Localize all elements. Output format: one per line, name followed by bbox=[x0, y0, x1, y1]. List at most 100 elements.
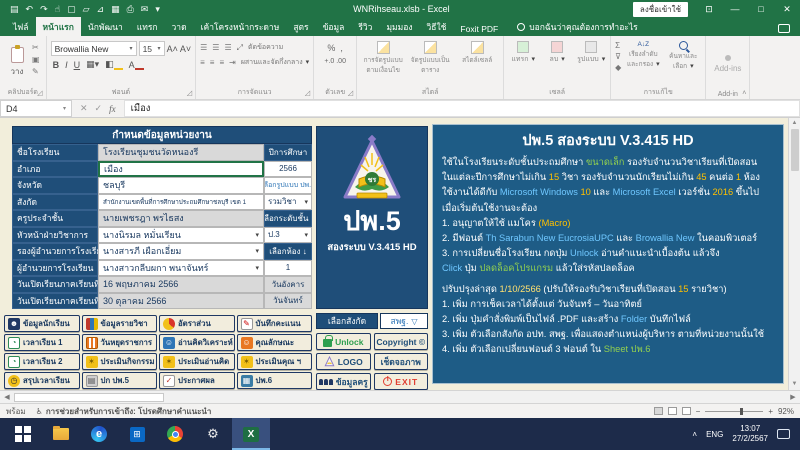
affiliation-cell[interactable]: สำนักงานเขตพื้นที่การศึกษาประถมศึกษาชลบุ… bbox=[98, 194, 264, 211]
holidays-button[interactable]: วันหยุดราชการ bbox=[82, 334, 158, 351]
tab-insert[interactable]: แทรก bbox=[130, 17, 165, 36]
align-top-icon[interactable]: ☰ bbox=[200, 43, 207, 52]
format-painter-icon[interactable]: ✎ bbox=[32, 67, 40, 76]
percent-style-icon[interactable]: % bbox=[327, 43, 335, 53]
cover-pp5-button[interactable]: ▤ปก ปพ.5 bbox=[82, 372, 158, 389]
format-cells-button[interactable]: รูปแบบ bbox=[576, 41, 606, 65]
chart-icon[interactable]: ⊿ bbox=[97, 0, 105, 18]
deputy-director-dropdown[interactable]: นางสารภี เผือกเอี่ยม bbox=[98, 243, 264, 260]
vertical-scrollbar[interactable]: ▲ ▼ bbox=[788, 118, 800, 390]
language-indicator[interactable]: ENG bbox=[706, 430, 723, 439]
sort-filter-button[interactable]: A↓Z เรียงลำดับและกรอง bbox=[625, 41, 661, 72]
record-scores-button[interactable]: ✎บันทึกคะแนน bbox=[237, 315, 313, 332]
director-dropdown[interactable]: นางสาวกลีบผกา พนาจันทร์ bbox=[98, 260, 264, 277]
tab-view[interactable]: มุมมอง bbox=[379, 17, 419, 36]
chrome-button[interactable] bbox=[156, 418, 194, 450]
bold-button[interactable]: B bbox=[53, 60, 60, 70]
format-as-table-button[interactable]: จัดรูปแบบเป็นตาราง bbox=[408, 41, 452, 75]
notification-center-icon[interactable] bbox=[777, 429, 790, 439]
subject-mode-dropdown[interactable]: รวมวิชา bbox=[264, 194, 312, 211]
close-button[interactable]: ✕ bbox=[774, 0, 800, 18]
sheet-scroll-left-icon[interactable]: ◀ bbox=[0, 393, 14, 401]
cancel-icon[interactable]: ✕ bbox=[80, 103, 88, 114]
indent-icon[interactable]: ⇥ bbox=[229, 58, 236, 67]
merge-center-button[interactable]: ผสานและจัดกึ่งกลาง bbox=[241, 57, 309, 68]
ratio-button[interactable]: อัตราส่วน bbox=[159, 315, 235, 332]
touch-mode-icon[interactable]: ☝ bbox=[55, 0, 60, 18]
name-box[interactable]: D4▾ bbox=[0, 100, 72, 117]
student-data-button[interactable]: ☻ข้อมูลนักเรียน bbox=[4, 315, 80, 332]
qat-dropdown-icon[interactable]: ▾ bbox=[155, 0, 160, 18]
italic-button[interactable]: I bbox=[65, 60, 68, 70]
fill-color-icon[interactable]: ◧ bbox=[105, 59, 123, 70]
zoom-slider-thumb[interactable] bbox=[740, 408, 743, 415]
edge-button[interactable]: e bbox=[80, 418, 118, 450]
collapse-ribbon-icon[interactable]: ˄ bbox=[742, 90, 746, 97]
scroll-down-icon[interactable]: ▼ bbox=[792, 379, 798, 390]
align-middle-icon[interactable]: ☰ bbox=[212, 43, 219, 52]
tab-formulas[interactable]: สูตร bbox=[286, 17, 315, 36]
redo-icon[interactable]: ↷ bbox=[40, 0, 48, 18]
tell-me-box[interactable]: บอกฉันว่าคุณต้องการทำอะไร bbox=[517, 20, 638, 36]
select-room-button[interactable]: เลือกห้อง ↓ bbox=[264, 243, 312, 260]
logo-button[interactable]: LOGO bbox=[316, 353, 371, 370]
academic-head-dropdown[interactable]: นางนิรมล หมั่นเรียน bbox=[98, 227, 264, 244]
find-select-button[interactable]: ค้นหาและเลือก bbox=[665, 41, 701, 72]
page-break-view-icon[interactable] bbox=[682, 407, 691, 415]
zoom-slider[interactable] bbox=[705, 411, 763, 412]
formula-input[interactable]: เมือง bbox=[124, 100, 800, 117]
select-pp-format-button[interactable]: เลือกรูปแบบ ปพ.↓ bbox=[264, 177, 312, 194]
number-dialog-launcher-icon[interactable]: ◿ bbox=[348, 89, 353, 97]
reading-analysis-button[interactable]: ☺อ่านคิดวิเคราะห์ bbox=[159, 334, 235, 351]
province-cell[interactable]: ชลบุรี bbox=[98, 177, 264, 194]
term2-open-date-cell[interactable]: 30 ตุลาคม 2566 bbox=[98, 293, 264, 310]
font-dialog-launcher-icon[interactable]: ◿ bbox=[187, 89, 192, 97]
new-file-icon[interactable]: ▢ bbox=[67, 0, 76, 18]
hidden-icons-chevron[interactable]: ˄ bbox=[692, 430, 697, 439]
print-icon[interactable]: ⎙ bbox=[127, 0, 134, 18]
sheet-tab-area[interactable] bbox=[14, 393, 164, 402]
ribbon-display-options-icon[interactable]: ⊡ bbox=[696, 0, 722, 18]
align-right-icon[interactable]: ≡ bbox=[219, 58, 224, 67]
shrink-font-icon[interactable]: A˅ bbox=[180, 44, 191, 54]
wipe-screen-button[interactable]: เช็ดจอภาพ bbox=[374, 353, 429, 370]
taskbar-clock[interactable]: 13:07 27/2/2567 bbox=[732, 424, 768, 444]
copyright-button[interactable]: Copyright © bbox=[374, 333, 429, 350]
align-center-icon[interactable]: ≡ bbox=[210, 58, 215, 67]
class-time-1-button[interactable]: ◔เวลาเรียน 1 bbox=[4, 334, 80, 351]
teacher-data-button[interactable]: ข้อมูลครู bbox=[316, 373, 371, 390]
tab-help[interactable]: วิธีใช้ bbox=[420, 17, 454, 36]
zoom-in-icon[interactable]: + bbox=[768, 407, 773, 416]
minimize-button[interactable]: — bbox=[722, 0, 748, 18]
fill-icon[interactable]: ⊽ bbox=[615, 52, 621, 61]
settings-button[interactable]: ⚙ bbox=[194, 418, 232, 450]
font-size-select[interactable]: 15▾ bbox=[139, 41, 165, 56]
zoom-out-icon[interactable]: − bbox=[696, 407, 701, 416]
clipboard-dialog-launcher-icon[interactable]: ◿ bbox=[37, 89, 42, 97]
tab-home[interactable]: หน้าแรก bbox=[36, 17, 81, 36]
grow-font-icon[interactable]: A˄ bbox=[167, 44, 178, 54]
orientation-icon[interactable]: ⤢ bbox=[237, 43, 243, 53]
announce-results-button[interactable]: ✓ประกาศผล bbox=[159, 372, 235, 389]
tab-file[interactable]: ไฟล์ bbox=[6, 17, 36, 36]
borders-icon[interactable]: ▦▾ bbox=[86, 59, 99, 70]
open-file-icon[interactable]: ▱ bbox=[83, 0, 90, 18]
file-explorer-button[interactable] bbox=[42, 418, 80, 450]
cell-styles-button[interactable]: สไตล์เซลล์ bbox=[455, 41, 499, 75]
sign-in-button[interactable]: ลงชื่อเข้าใช้ bbox=[633, 2, 688, 17]
conditional-formatting-button[interactable]: การจัดรูปแบบตามเงื่อนไข bbox=[361, 41, 405, 75]
copy-icon[interactable]: ▣ bbox=[32, 55, 40, 64]
mail-icon[interactable]: ✉ bbox=[141, 0, 149, 18]
school-name-cell[interactable]: โรงเรียนชุมชนวัดหนองรี bbox=[98, 144, 264, 161]
calculator-icon[interactable]: ▦ bbox=[111, 0, 120, 18]
grade-dropdown[interactable]: ป.3 bbox=[264, 227, 312, 244]
alignment-dialog-launcher-icon[interactable]: ◿ bbox=[305, 89, 310, 97]
align-left-icon[interactable]: ≡ bbox=[200, 58, 205, 67]
start-button[interactable] bbox=[4, 418, 42, 450]
tab-developer[interactable]: นักพัฒนา bbox=[81, 17, 130, 36]
comma-style-icon[interactable]: , bbox=[340, 43, 343, 53]
insert-function-icon[interactable]: fx bbox=[109, 104, 116, 114]
exit-button[interactable]: EXIT bbox=[374, 373, 429, 390]
decimal-icons[interactable]: +.0 .00 bbox=[324, 58, 346, 65]
clear-icon[interactable]: ◆ bbox=[615, 63, 621, 72]
